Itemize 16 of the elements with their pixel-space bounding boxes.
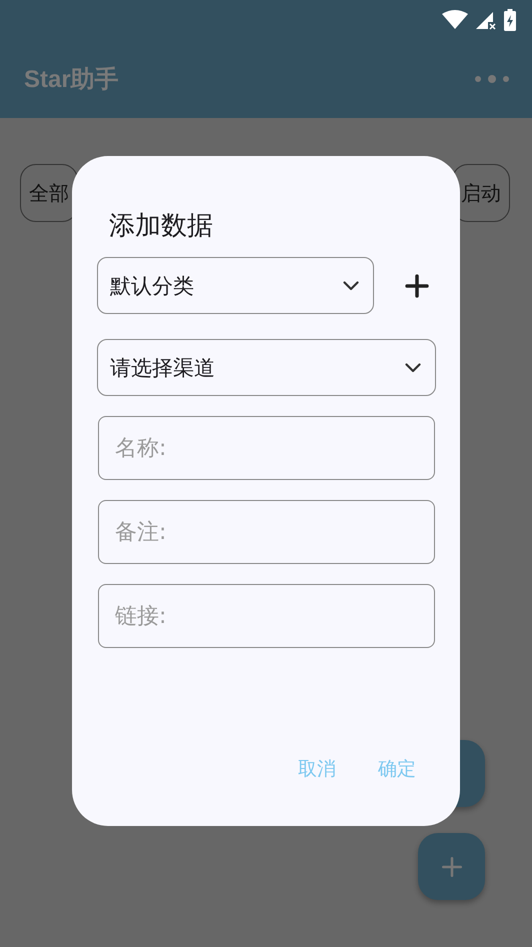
wifi-icon bbox=[442, 10, 468, 30]
channel-dropdown[interactable]: 请选择渠道 bbox=[97, 339, 436, 396]
add-fab[interactable] bbox=[418, 833, 485, 900]
signal-icon bbox=[476, 10, 496, 30]
chevron-down-icon bbox=[405, 362, 421, 372]
dialog-button[interactable]: 取消 bbox=[294, 752, 340, 786]
more-icon[interactable] bbox=[474, 73, 510, 85]
input-field[interactable]: 备注: bbox=[98, 500, 435, 564]
app-title: Star助手 bbox=[24, 65, 119, 95]
dialog-title: 添加数据 bbox=[109, 210, 214, 243]
chevron-down-icon bbox=[343, 280, 359, 290]
input-field[interactable]: 名称: bbox=[98, 416, 435, 480]
dialog-button[interactable]: 确定 bbox=[374, 752, 420, 786]
category-dropdown[interactable]: 默认分类 bbox=[97, 257, 374, 314]
input-field[interactable]: 链接: bbox=[98, 584, 435, 648]
battery-icon bbox=[504, 9, 516, 31]
